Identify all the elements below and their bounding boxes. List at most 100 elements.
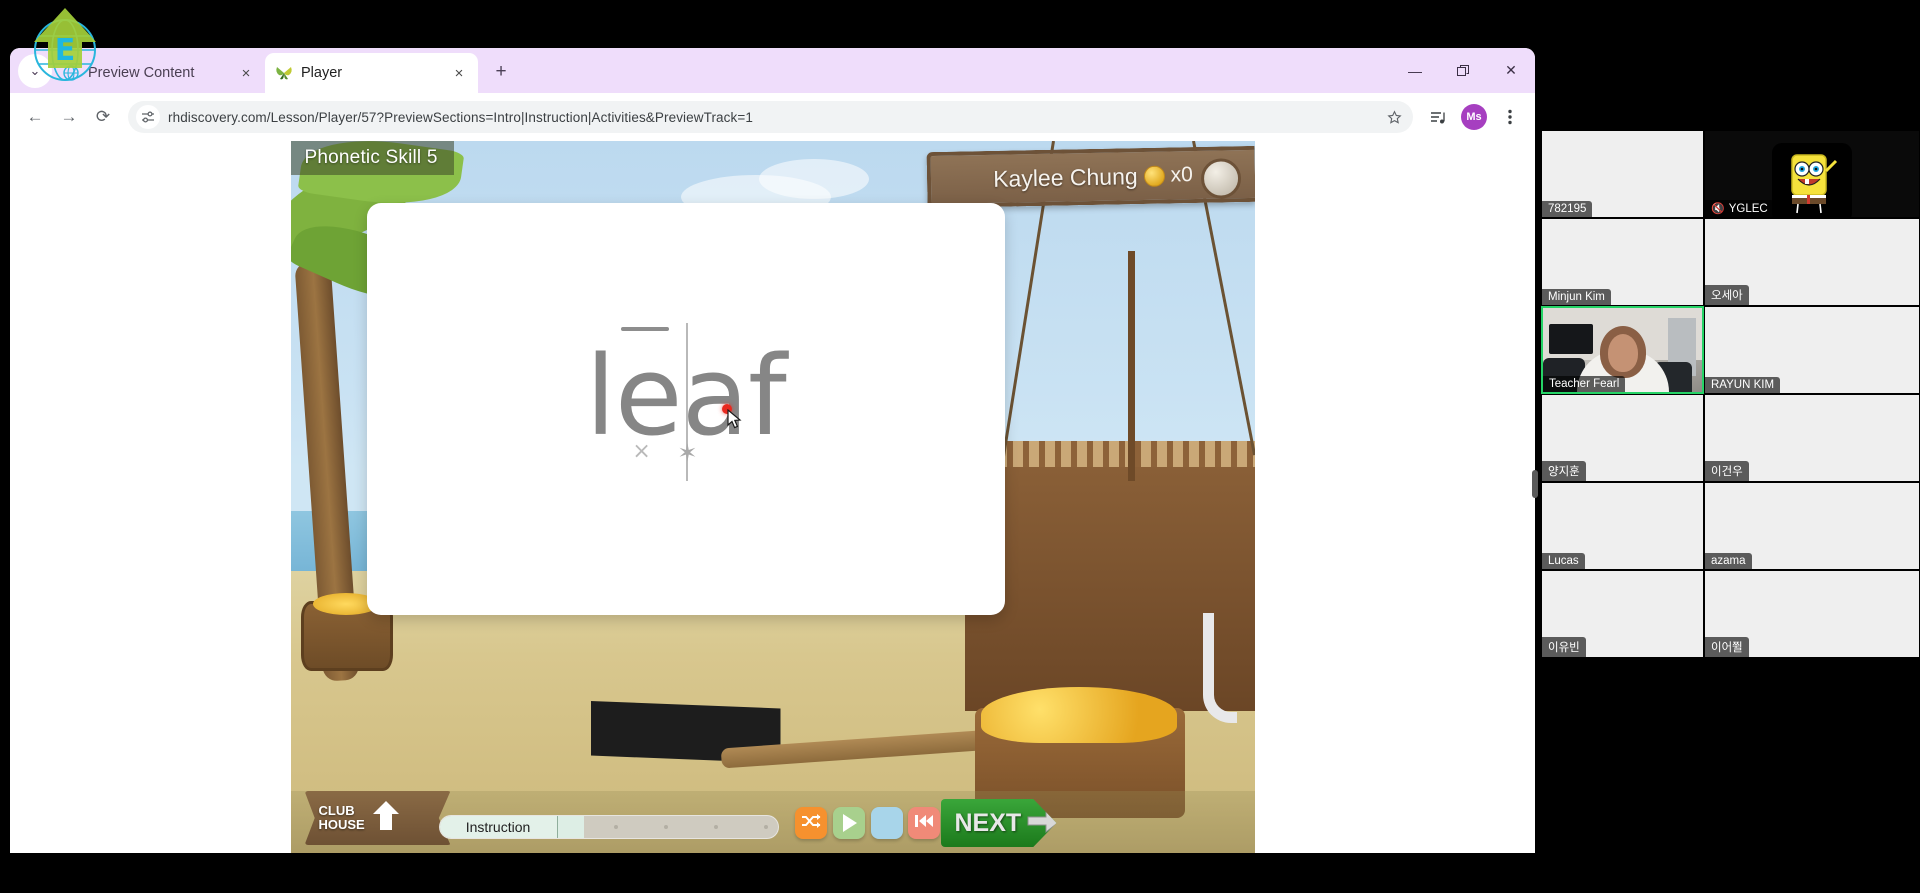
student-name: Kaylee Chung [992, 162, 1138, 192]
progress-bar[interactable]: Instruction [438, 815, 779, 839]
tab-label: Player [301, 65, 343, 81]
participant-name-label: 이어쮤 [1711, 642, 1743, 654]
word-card[interactable]: leaf × ✶ [366, 203, 1005, 615]
new-tab-button[interactable]: + [486, 57, 516, 87]
macron-mark [621, 327, 670, 331]
participant-tile-teacher-fearl[interactable]: Teacher Fearl [1541, 306, 1704, 394]
kebab-menu-icon[interactable] [1495, 102, 1525, 132]
participant-name: RAYUN KIM [1705, 377, 1781, 393]
play-button[interactable] [832, 807, 865, 839]
spongebob-avatar [1772, 143, 1852, 217]
participant-tile-782195[interactable]: 782195 [1541, 130, 1704, 218]
blank-button[interactable] [870, 807, 903, 839]
rewind-icon [914, 813, 934, 834]
student-name-board: Kaylee Chung x0 [925, 145, 1255, 209]
forward-icon[interactable]: → [54, 102, 84, 132]
board-knob-decoration [1200, 158, 1241, 199]
star-icon[interactable] [1381, 104, 1407, 130]
gallery-row: 이유빈 이어쮤 [1541, 570, 1920, 658]
participant-name: Teacher Fearl [1543, 376, 1626, 392]
teacher-face [1607, 334, 1638, 372]
skill-banner: Phonetic Skill 5 [290, 141, 454, 175]
gallery-row: 양지훈 이건우 [1541, 394, 1920, 482]
participant-name: azama [1705, 553, 1752, 569]
browser-toolbar: ← → ⟳ rhdiscovery.com/Lesson/Player/57?P… [10, 93, 1535, 141]
cloud-decoration [758, 159, 869, 199]
next-button[interactable]: NEXT [940, 799, 1057, 847]
participant-name-label: 오세아 [1711, 290, 1743, 302]
wall-tv [1549, 324, 1593, 354]
participant-tile-leegunwoo[interactable]: 이건우 [1704, 394, 1920, 482]
participant-tile-lucas[interactable]: Lucas [1541, 482, 1704, 570]
participant-name-label: 이유빈 [1548, 642, 1580, 654]
avatar[interactable]: Ms [1461, 104, 1487, 130]
participant-name: 이어쮤 [1705, 637, 1749, 657]
cross-mark: × [632, 439, 650, 464]
tab-player[interactable]: Player × [265, 53, 478, 93]
rewind-button[interactable] [907, 807, 940, 839]
butterfly-icon [275, 64, 293, 82]
clubhouse-label-line2: HOUSE [318, 817, 365, 832]
back-icon[interactable]: ← [20, 102, 50, 132]
participant-name: 🔇 YGLEC [1705, 200, 1774, 217]
progress-dot [663, 825, 668, 829]
participant-name: Minjun Kim [1542, 289, 1611, 305]
word-wrap: leaf × ✶ [367, 323, 1005, 481]
mute-icon: 🔇 [1711, 203, 1725, 215]
next-label: NEXT [954, 808, 1022, 837]
window-controls: — ✕ [1391, 48, 1535, 93]
participant-name: 이유빈 [1542, 637, 1586, 657]
gallery-row: 782195 🔇 YGLEC [1541, 130, 1920, 218]
play-icon [843, 814, 857, 832]
participant-tile-osea[interactable]: 오세아 [1704, 218, 1920, 306]
gallery-row: Minjun Kim 오세아 [1541, 218, 1920, 306]
participant-tile-minjun-kim[interactable]: Minjun Kim [1541, 218, 1704, 306]
participant-tile-leeeojjeun[interactable]: 이어쮤 [1704, 570, 1920, 658]
address-bar[interactable]: rhdiscovery.com/Lesson/Player/57?Preview… [128, 101, 1413, 133]
media-list-icon[interactable] [1423, 102, 1453, 132]
minimize-button[interactable]: — [1391, 48, 1439, 93]
restore-button[interactable] [1439, 48, 1487, 93]
participant-tile-yglec[interactable]: 🔇 YGLEC [1704, 130, 1920, 218]
gallery-scroll-handle[interactable] [1532, 470, 1538, 498]
close-icon[interactable]: × [450, 64, 468, 82]
zoom-participant-gallery: 782195 🔇 YGLEC Minjun Kim 오세아 Teacher Fe… [1541, 130, 1920, 770]
participant-tile-azama[interactable]: azama [1704, 482, 1920, 570]
gold-coin-icon [1142, 165, 1165, 187]
gallery-row: Teacher Fearl RAYUN KIM [1541, 306, 1920, 394]
reload-icon[interactable]: ⟳ [88, 102, 118, 132]
shuffle-button[interactable] [794, 807, 827, 839]
tune-icon[interactable] [136, 105, 160, 129]
treasure-gold [980, 687, 1177, 743]
tab-label: Preview Content [88, 65, 195, 81]
lesson-stage: Phonetic Skill 5 Kaylee Chung x0 leaf × … [10, 141, 1535, 853]
participant-tile-leeyubin[interactable]: 이유빈 [1541, 570, 1704, 658]
progress-label: Instruction [439, 816, 558, 838]
word-display[interactable]: leaf × ✶ [585, 323, 787, 481]
participant-tile-rayun-kim[interactable]: RAYUN KIM [1704, 306, 1920, 394]
game-canvas[interactable]: Phonetic Skill 5 Kaylee Chung x0 leaf × … [290, 141, 1255, 853]
browser-window: ⌄ Preview Content × Player × + — ✕ ← → ⟳… [10, 48, 1535, 853]
pirate-ship-mast [1127, 251, 1135, 481]
participant-name-label: 782195 [1548, 203, 1587, 215]
close-icon[interactable]: × [237, 64, 255, 82]
progress-fill [557, 816, 584, 838]
star-mark: ✶ [677, 439, 697, 467]
participant-name-label: azama [1711, 555, 1746, 567]
participant-name-label: Lucas [1548, 555, 1579, 567]
svg-text:E: E [55, 33, 76, 68]
participant-name: 782195 [1542, 201, 1593, 217]
pirate-ship-rail [964, 441, 1255, 467]
gallery-row: Lucas azama [1541, 482, 1920, 570]
close-window-button[interactable]: ✕ [1487, 48, 1535, 93]
url-text[interactable]: rhdiscovery.com/Lesson/Player/57?Preview… [168, 110, 1381, 125]
participant-name: 양지훈 [1542, 461, 1586, 481]
participant-name-label: YGLEC [1728, 202, 1768, 215]
clubhouse-button[interactable]: CLUB HOUSE [304, 791, 451, 845]
coin-count: x0 [1169, 163, 1193, 187]
participant-name: 오세아 [1705, 285, 1749, 305]
participant-name: 이건우 [1705, 461, 1749, 481]
participant-tile-yangjihun[interactable]: 양지훈 [1541, 394, 1704, 482]
progress-dot [763, 825, 768, 829]
watermark-logo: E [26, 8, 104, 88]
